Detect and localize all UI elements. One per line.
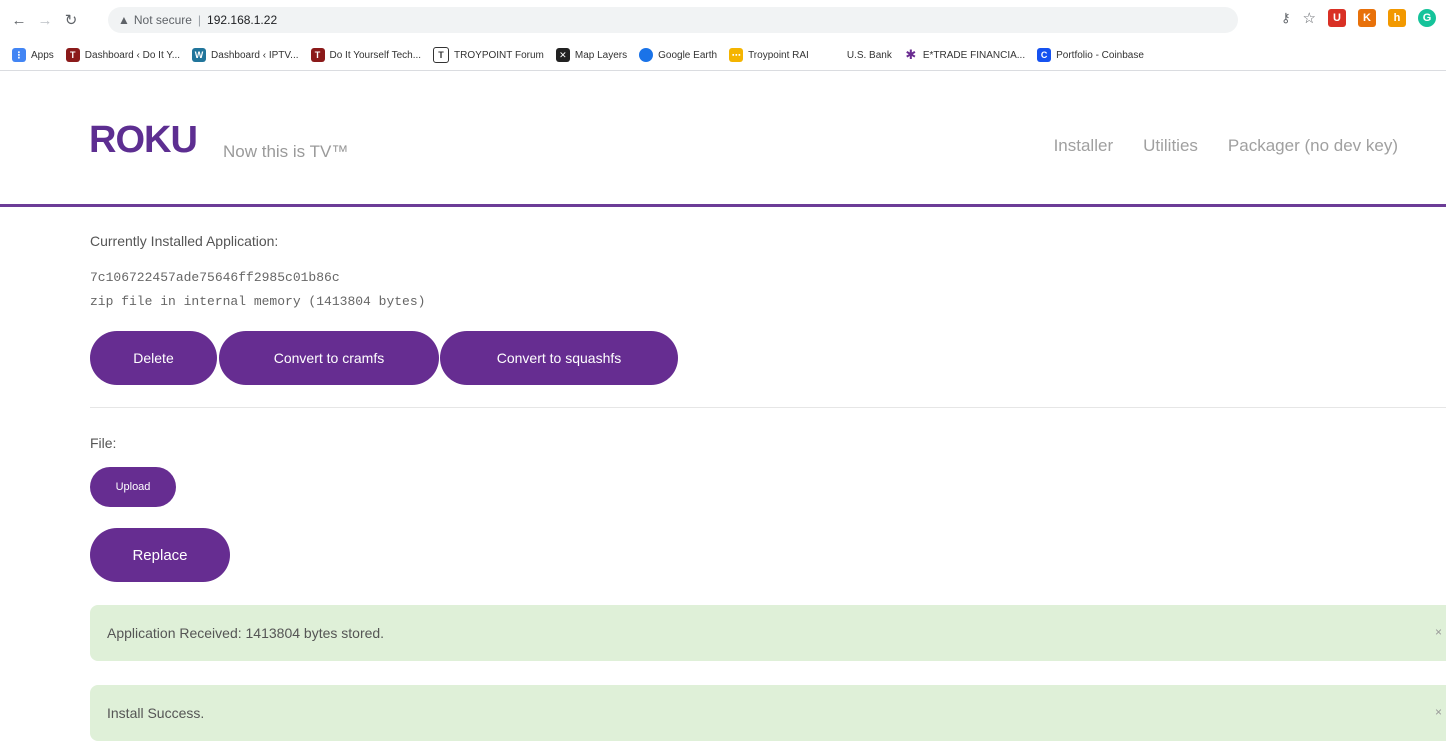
- alert-message: Application Received: 1413804 bytes stor…: [107, 625, 385, 641]
- honey-extension-icon[interactable]: h: [1388, 9, 1406, 27]
- bookmark-dashboard-iptv[interactable]: W Dashboard ‹ IPTV...: [192, 48, 299, 62]
- section-divider: [90, 407, 1446, 408]
- forward-arrow-icon[interactable]: →: [34, 9, 56, 31]
- bookmark-dashboard-diy[interactable]: T Dashboard ‹ Do It Y...: [65, 48, 180, 62]
- convert-squashfs-button[interactable]: Convert to squashfs: [440, 331, 678, 385]
- bookmarks-bar: ⋮ Apps T Dashboard ‹ Do It Y... W Dashbo…: [0, 40, 1446, 71]
- google-earth-favicon-icon: [639, 48, 654, 62]
- bookmark-apps[interactable]: ⋮ Apps: [12, 48, 54, 62]
- address-separator: |: [197, 13, 202, 27]
- troypoint-rai-favicon-icon: ⋯: [729, 48, 744, 62]
- application-received-alert: Application Received: 1413804 bytes stor…: [90, 605, 1446, 661]
- apps-grid-icon: ⋮: [12, 48, 26, 62]
- nav-utilities[interactable]: Utilities: [1143, 136, 1198, 156]
- nav-packager[interactable]: Packager (no dev key): [1228, 136, 1398, 156]
- bookmark-us-bank[interactable]: U.S. Bank: [847, 50, 892, 61]
- upload-button[interactable]: Upload: [90, 467, 176, 507]
- bookmark-etrade[interactable]: ✱ E*TRADE FINANCIA...: [903, 47, 1025, 62]
- storage-info: zip file in internal memory (1413804 byt…: [90, 294, 426, 309]
- bookmark-diy-tech[interactable]: T Do It Yourself Tech...: [310, 48, 421, 62]
- warning-triangle-icon: ▲: [118, 13, 130, 27]
- address-bar[interactable]: ▲ Not secure | 192.168.1.22: [108, 7, 1238, 33]
- map-layers-favicon-icon: ✕: [555, 48, 570, 62]
- app-id: 7c106722457ade75646ff2985c01b86c: [90, 270, 340, 285]
- coinbase-favicon-icon: C: [1037, 48, 1052, 62]
- tagline: Now this is TV™: [223, 142, 349, 161]
- toolbar-right-icons: ⚷ ☆ U K h G: [1281, 9, 1436, 27]
- wordpress-favicon-icon: W: [192, 48, 207, 62]
- alert-close-icon[interactable]: ×: [1435, 625, 1442, 639]
- alert-close-icon[interactable]: ×: [1435, 705, 1442, 719]
- replace-button[interactable]: Replace: [90, 528, 230, 582]
- not-secure-label: Not secure: [133, 13, 192, 27]
- page-header: ROKU Now this is TV™ Installer Utilities…: [0, 71, 1446, 207]
- shield-extension-icon[interactable]: U: [1328, 9, 1346, 27]
- bookmark-troypoint-forum[interactable]: T TROYPOINT Forum: [433, 47, 544, 63]
- key-icon[interactable]: ⚷: [1281, 10, 1291, 26]
- browser-toolbar: ← → ↻ ▲ Not secure | 192.168.1.22 ⚷ ☆ U …: [0, 0, 1446, 40]
- alert-message: Install Success.: [107, 705, 205, 721]
- delete-button[interactable]: Delete: [90, 331, 217, 385]
- top-navigation: Installer Utilities Packager (no dev key…: [1054, 136, 1398, 156]
- star-bookmark-icon[interactable]: ☆: [1303, 9, 1316, 27]
- bookmark-map-layers[interactable]: ✕ Map Layers: [555, 48, 627, 62]
- file-label: File:: [90, 435, 117, 451]
- url-text[interactable]: 192.168.1.22: [207, 13, 277, 27]
- bookmark-google-earth[interactable]: Google Earth: [639, 48, 717, 62]
- nav-installer[interactable]: Installer: [1054, 136, 1114, 156]
- bookmark-troypoint-rai[interactable]: ⋯ Troypoint RAI: [729, 48, 809, 62]
- installed-app-heading: Currently Installed Application:: [90, 233, 279, 249]
- diy-favicon-icon: T: [65, 48, 80, 62]
- grammarly-extension-icon[interactable]: G: [1418, 9, 1436, 27]
- keepa-extension-icon[interactable]: K: [1358, 9, 1376, 27]
- bookmark-coinbase[interactable]: C Portfolio - Coinbase: [1037, 48, 1144, 62]
- diy-favicon-icon: T: [310, 48, 325, 62]
- back-arrow-icon[interactable]: ←: [8, 9, 30, 31]
- convert-cramfs-button[interactable]: Convert to cramfs: [219, 331, 439, 385]
- troypoint-favicon-icon: T: [433, 47, 450, 63]
- reload-icon[interactable]: ↻: [60, 9, 82, 31]
- install-success-alert: Install Success. ×: [90, 685, 1446, 741]
- roku-logo: ROKU: [89, 119, 198, 161]
- etrade-favicon-icon: ✱: [903, 47, 918, 62]
